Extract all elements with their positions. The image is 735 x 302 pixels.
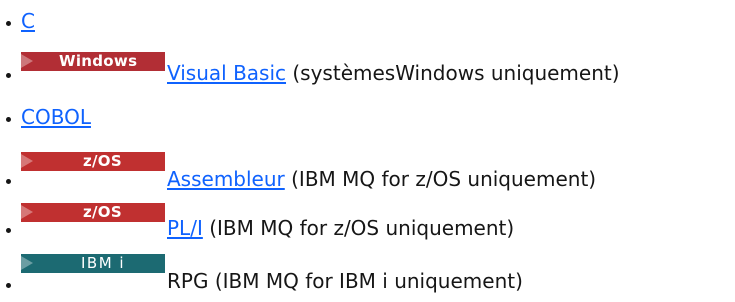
bullet: [6, 179, 11, 184]
pli-note: (IBM MQ for z/OS uniquement): [202, 216, 515, 240]
badge-arrow-icon: [21, 256, 33, 270]
list-item-cobol: COBOL: [0, 104, 735, 144]
language-list: C Windows Visual Basic (systèmesWindows …: [0, 0, 735, 302]
rpg-text: RPG (IBM MQ for IBM i uniquement): [167, 269, 523, 293]
bullet: [6, 73, 11, 78]
badge-arrow-icon: [21, 154, 33, 168]
link-assembleur[interactable]: Assembleur: [167, 167, 285, 191]
list-item-c: C: [0, 8, 735, 48]
list-item-pli: z/OS PL/I (IBM MQ for z/OS uniquement): [0, 203, 735, 243]
list-item-assembleur: z/OS Assembleur (IBM MQ for z/OS uniquem…: [0, 152, 735, 192]
bullet: [6, 283, 11, 288]
zos-platform-badge: z/OS: [21, 152, 165, 171]
badge-arrow-icon: [21, 54, 33, 68]
link-visual-basic[interactable]: Visual Basic: [167, 61, 286, 85]
ibmi-platform-badge: IBM i: [21, 254, 165, 273]
badge-arrow-icon: [21, 205, 33, 219]
link-c[interactable]: C: [21, 9, 35, 33]
zos-platform-badge: z/OS: [21, 203, 165, 222]
link-cobol[interactable]: COBOL: [21, 105, 91, 129]
bullet: [6, 117, 11, 122]
list-item-rpg: IBM i RPG (IBM MQ for IBM i uniquement): [0, 254, 735, 294]
visual-basic-note: (systèmesWindows uniquement): [286, 61, 620, 85]
bullet: [6, 228, 11, 233]
bullet: [6, 21, 11, 26]
list-item-visual-basic: Windows Visual Basic (systèmesWindows un…: [0, 52, 735, 92]
link-pli[interactable]: PL/I: [167, 216, 203, 240]
windows-platform-badge: Windows: [21, 52, 165, 71]
assembleur-note: (IBM MQ for z/OS uniquement): [284, 167, 597, 191]
